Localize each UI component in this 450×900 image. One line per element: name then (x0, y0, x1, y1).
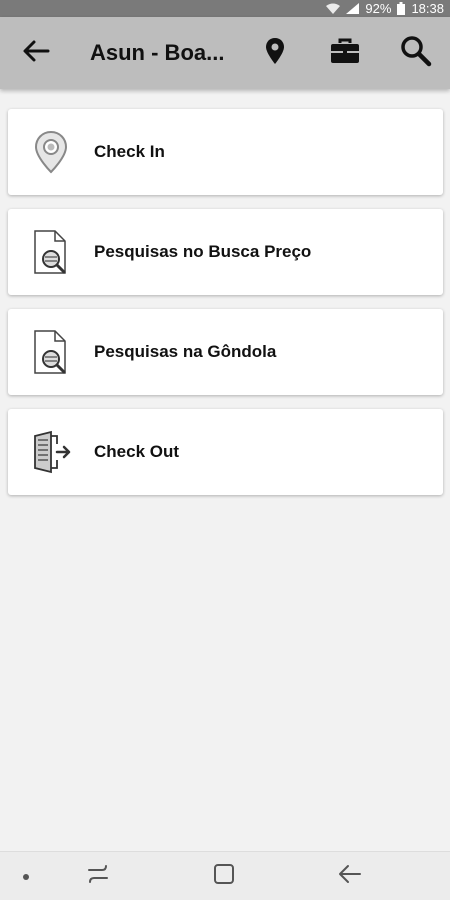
recent-apps-icon (86, 864, 110, 889)
menu-item-label: Pesquisas no Busca Preço (94, 242, 312, 261)
back-button[interactable] (12, 17, 60, 89)
briefcase-icon (330, 38, 360, 69)
menu-item-label: Pesquisas na Gôndola (94, 342, 277, 361)
location-button[interactable] (251, 17, 299, 89)
arrow-left-icon (22, 39, 50, 68)
home-button[interactable] (200, 852, 248, 900)
exit-door-icon (8, 409, 94, 495)
document-search-icon (8, 209, 94, 295)
menu-item-check-out[interactable]: Check Out (8, 409, 443, 495)
document-search-icon (8, 309, 94, 395)
battery-icon (397, 2, 406, 15)
menu-item-pesquisas-busca-preco[interactable]: Pesquisas no Busca Preço (8, 209, 443, 295)
app-bar: Asun - Boa... (0, 17, 450, 89)
clock: 18:38 (411, 1, 444, 16)
dot-icon (23, 867, 29, 885)
navigation-bar (0, 851, 450, 900)
nav-dot (2, 852, 50, 900)
menu-item-check-in[interactable]: Check In (8, 109, 443, 195)
status-bar: 92% 18:38 (0, 0, 450, 17)
home-icon (213, 863, 235, 890)
menu-item-pesquisas-gondola[interactable]: Pesquisas na Gôndola (8, 309, 443, 395)
menu-item-label: Check Out (94, 442, 180, 461)
search-icon (400, 35, 432, 72)
menu-item-label: Check In (94, 142, 165, 161)
search-button[interactable] (392, 17, 440, 89)
signal-icon (346, 3, 360, 14)
recent-apps-button[interactable] (74, 852, 122, 900)
briefcase-button[interactable] (321, 17, 369, 89)
location-pin-icon (265, 37, 285, 70)
battery-percent: 92% (365, 1, 392, 16)
system-back-button[interactable] (326, 852, 374, 900)
menu-list: Check In Pesquisas no Busca Preço Pesqui (8, 109, 443, 509)
location-pin-icon (8, 109, 94, 195)
page-title: Asun - Boa... (90, 40, 225, 65)
wifi-icon (326, 3, 341, 14)
back-icon (338, 864, 362, 889)
